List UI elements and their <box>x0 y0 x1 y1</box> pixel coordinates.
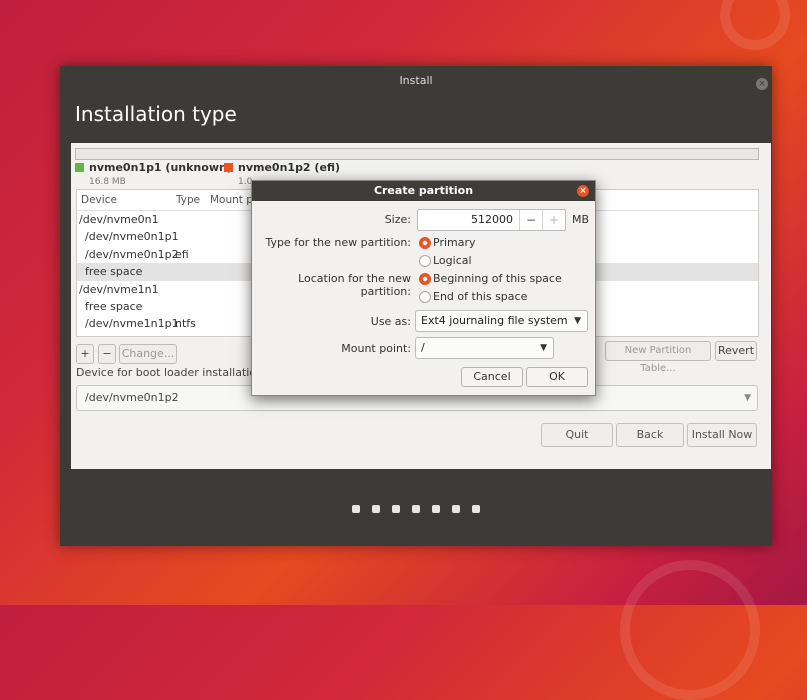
progress-dot <box>452 505 460 513</box>
chevron-down-icon: ▼ <box>744 393 751 403</box>
mount-point-combo[interactable]: / ▼ <box>415 337 554 359</box>
page-title: Installation type <box>75 102 237 126</box>
wallpaper-circle <box>720 0 790 50</box>
size-increment-button[interactable]: + <box>542 210 565 230</box>
partition-location-label: Location for the new partition: <box>298 272 411 298</box>
option-logical[interactable]: Logical <box>433 254 472 267</box>
legend-swatch <box>224 163 233 172</box>
radio-primary[interactable] <box>419 237 431 249</box>
row-type: efi <box>175 247 189 261</box>
column-header-type[interactable]: Type <box>176 194 200 206</box>
radio-beginning[interactable] <box>419 273 431 285</box>
change-partition-button[interactable]: Change... <box>119 344 177 364</box>
legend-swatch <box>75 163 84 172</box>
boot-loader-label: Device for boot loader installation <box>76 366 264 379</box>
row-device: /dev/nvme1n1 <box>79 282 159 296</box>
window-close-icon[interactable]: × <box>756 78 768 90</box>
row-device: /dev/nvme0n1p1 <box>85 230 179 244</box>
progress-dot <box>412 505 420 513</box>
option-end[interactable]: End of this space <box>433 290 527 303</box>
chevron-down-icon[interactable]: ▼ <box>540 338 547 358</box>
option-beginning[interactable]: Beginning of this space <box>433 272 562 285</box>
boot-loader-value: /dev/nvme0n1p2 <box>85 391 179 404</box>
window-title: Install <box>399 74 433 87</box>
revert-button[interactable]: Revert <box>715 341 757 361</box>
dialog-titlebar[interactable]: Create partition × <box>252 181 595 201</box>
option-primary[interactable]: Primary <box>433 236 476 249</box>
dialog-title: Create partition <box>373 184 474 197</box>
legend-size: 16.8 MB <box>89 177 126 187</box>
mount-point-label: Mount point: <box>341 342 411 355</box>
partition-type-label: Type for the new partition: <box>265 236 411 249</box>
ok-button[interactable]: OK <box>526 367 588 387</box>
wallpaper-circle <box>620 560 760 700</box>
legend-name: nvme0n1p1 (unknown) <box>89 161 232 174</box>
size-spinbox[interactable]: 512000 − + <box>417 209 566 231</box>
progress-dot <box>372 505 380 513</box>
size-unit: MB <box>572 213 590 226</box>
progress-dot <box>472 505 480 513</box>
window-titlebar[interactable]: Install × <box>60 66 772 96</box>
progress-dots <box>60 498 772 517</box>
row-device: free space <box>85 299 143 313</box>
progress-dot <box>432 505 440 513</box>
cancel-button[interactable]: Cancel <box>461 367 523 387</box>
size-label: Size: <box>384 213 411 226</box>
dialog-close-icon[interactable]: × <box>577 185 589 197</box>
partition-bar <box>75 148 759 160</box>
mount-point-input[interactable]: / <box>416 341 425 354</box>
legend-item: nvme0n1p1 (unknown) 16.8 MB <box>75 161 232 187</box>
use-as-select[interactable]: Ext4 journaling file system ▼ <box>415 310 588 332</box>
row-device: /dev/nvme0n1p2 <box>85 247 179 261</box>
chevron-down-icon: ▼ <box>574 316 581 326</box>
legend-name: nvme0n1p2 (efi) <box>238 161 341 174</box>
radio-logical[interactable] <box>419 255 431 267</box>
create-partition-dialog: Create partition × Size: 512000 − + MB T… <box>251 180 596 396</box>
column-header-device[interactable]: Device <box>81 194 117 206</box>
remove-partition-button[interactable]: − <box>98 344 116 364</box>
size-input[interactable]: 512000 <box>471 210 513 230</box>
new-partition-table-button[interactable]: New Partition Table... <box>605 341 711 374</box>
progress-dot <box>392 505 400 513</box>
radio-end[interactable] <box>419 291 431 303</box>
row-device: /dev/nvme1n1p1 <box>85 317 179 331</box>
size-decrement-button[interactable]: − <box>519 210 542 230</box>
quit-button[interactable]: Quit <box>541 423 613 447</box>
row-type: ntfs <box>175 317 196 331</box>
row-device: free space <box>85 265 143 279</box>
row-device: /dev/nvme0n1 <box>79 213 159 226</box>
use-as-value: Ext4 journaling file system <box>421 314 568 327</box>
install-now-button[interactable]: Install Now <box>687 423 757 447</box>
use-as-label: Use as: <box>370 315 411 328</box>
add-partition-button[interactable]: + <box>76 344 94 364</box>
column-header-mount[interactable]: Mount p <box>210 194 253 206</box>
progress-dot <box>352 505 360 513</box>
back-button[interactable]: Back <box>616 423 684 447</box>
